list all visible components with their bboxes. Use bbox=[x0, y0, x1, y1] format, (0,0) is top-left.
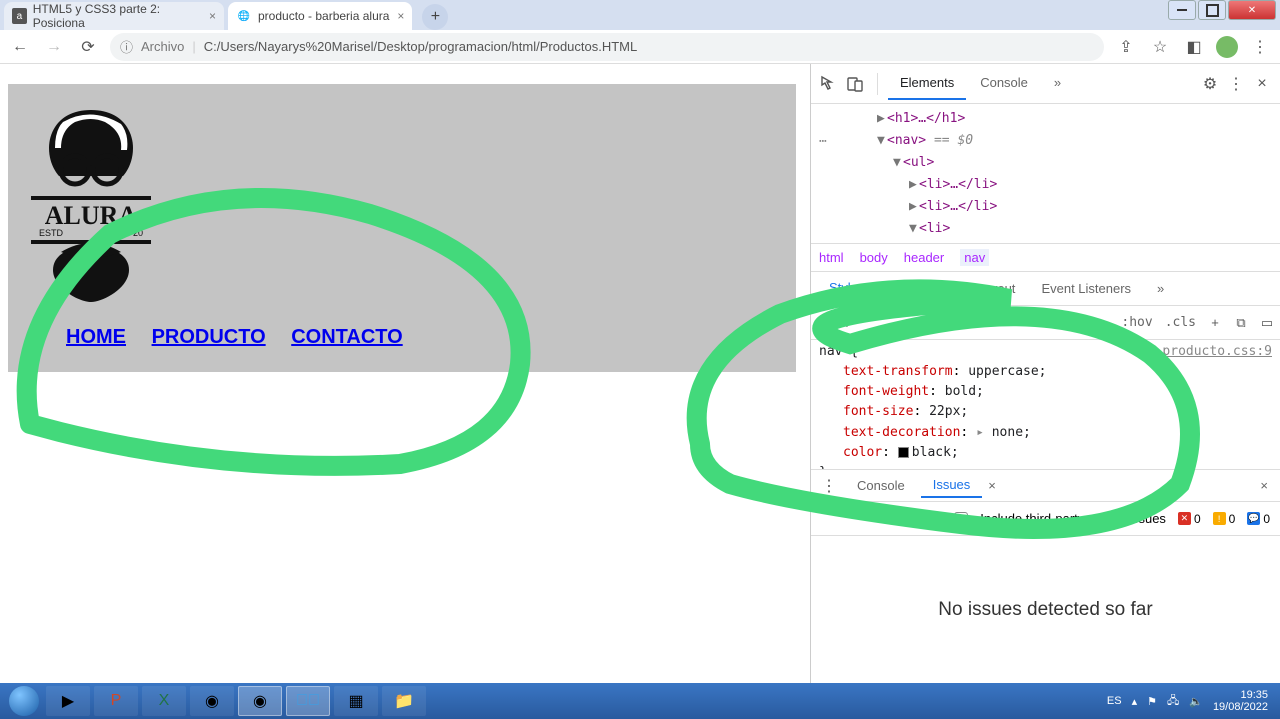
issues-empty-message: No issues detected so far bbox=[811, 536, 1280, 683]
drawer-tab-issues[interactable]: Issues bbox=[921, 473, 983, 498]
cls-toggle[interactable]: .cls bbox=[1159, 315, 1202, 330]
extensions-icon[interactable]: ◧ bbox=[1182, 35, 1206, 59]
barbershop-logo: ALURA ESTD 20 bbox=[26, 94, 156, 314]
computed-tab[interactable]: Computed bbox=[878, 275, 962, 302]
third-party-label: Include third-party cookie issues bbox=[980, 511, 1166, 526]
device-toolbar-icon[interactable] bbox=[843, 72, 867, 96]
elements-breadcrumb[interactable]: html body header nav bbox=[811, 244, 1280, 272]
browser-tab[interactable]: a HTML5 y CSS3 parte 2: Posiciona × bbox=[4, 2, 224, 30]
devtools-tab-elements[interactable]: Elements bbox=[888, 67, 966, 100]
taskbar-icon-media[interactable]: ▶ bbox=[46, 686, 90, 716]
computed-sidebar-icon[interactable]: ⧉ bbox=[1228, 315, 1254, 331]
tab-title: HTML5 y CSS3 parte 2: Posiciona bbox=[33, 2, 201, 30]
close-icon[interactable]: × bbox=[1254, 478, 1274, 493]
kebab-icon[interactable]: ⋮ bbox=[1224, 72, 1248, 96]
close-icon[interactable]: × bbox=[1250, 72, 1274, 96]
error-icon: ✕ bbox=[1178, 512, 1191, 525]
page-nav: HOME PRODUCTO CONTACTO bbox=[66, 326, 784, 349]
address-bar[interactable]: ⓘ Archivo | C:/Users/Nayarys%20Marisel/D… bbox=[110, 33, 1104, 61]
crumb-header[interactable]: header bbox=[904, 250, 944, 265]
styles-pane[interactable]: nav { producto.css:9 text-transform: upp… bbox=[811, 340, 1280, 470]
taskbar-icon-chrome[interactable]: ◉ bbox=[190, 686, 234, 716]
inspect-element-icon[interactable] bbox=[817, 72, 841, 96]
taskbar-icon-powerpoint[interactable]: P bbox=[94, 686, 138, 716]
tray-flag-icon[interactable]: ⚑ bbox=[1147, 695, 1157, 708]
nav-link-producto[interactable]: PRODUCTO bbox=[152, 326, 266, 348]
close-icon[interactable]: × bbox=[209, 9, 216, 23]
ellipsis-icon[interactable]: ⋯ bbox=[819, 131, 827, 153]
elements-tree[interactable]: ⋯ ▶<h1>…</h1>▼<nav> == $0▼<ul>▶<li>…</li… bbox=[811, 104, 1280, 244]
devtools-tabs-overflow[interactable]: » bbox=[1042, 67, 1073, 100]
rendered-page: ALURA ESTD 20 HOME PRODUCTO CONTACTO bbox=[0, 64, 805, 683]
profile-avatar[interactable] bbox=[1216, 36, 1238, 58]
svg-text:ESTD: ESTD bbox=[39, 228, 64, 238]
browser-tabstrip: a HTML5 y CSS3 parte 2: Posiciona × 🌐 pr… bbox=[0, 0, 1280, 30]
tray-chevron-icon[interactable]: ▴ bbox=[1132, 695, 1138, 708]
layout-tab[interactable]: Layout bbox=[964, 275, 1027, 302]
windows-taskbar: ▶ P X ◉ ◉ �⃟ ▦ 📁 ES ▴ ⚑ 🖧 🔈 19:35 19/08/… bbox=[0, 683, 1280, 719]
browser-toolbar: ← → ⟳ ⓘ Archivo | C:/Users/Nayarys%20Mar… bbox=[0, 30, 1280, 64]
toggle-panel-icon[interactable]: ▭ bbox=[1254, 315, 1280, 331]
nav-link-contacto[interactable]: CONTACTO bbox=[291, 326, 402, 348]
browser-tab[interactable]: 🌐 producto - barberia alura × bbox=[228, 2, 412, 30]
tab-title: producto - barberia alura bbox=[258, 9, 389, 23]
crumb-body[interactable]: body bbox=[860, 250, 888, 265]
crumb-nav[interactable]: nav bbox=[960, 249, 989, 266]
styles-filter-input[interactable] bbox=[811, 306, 1115, 339]
new-style-rule-icon[interactable]: + bbox=[1202, 315, 1228, 330]
globe-icon: 🌐 bbox=[236, 8, 252, 24]
devtools-tab-console[interactable]: Console bbox=[968, 67, 1040, 100]
taskbar-icon-explorer[interactable]: 📁 bbox=[382, 686, 426, 716]
kebab-icon[interactable]: ⋮ bbox=[817, 474, 841, 498]
devtools-panel: Elements Console » ⚙ ⋮ × ⋯ ▶<h1>…</h1>▼<… bbox=[810, 64, 1280, 683]
rule-selector: nav { bbox=[819, 342, 858, 362]
subtab-overflow[interactable]: » bbox=[1145, 275, 1176, 302]
taskbar-icon-chrome-active[interactable]: ◉ bbox=[238, 686, 282, 716]
tab-favicon-alura: a bbox=[12, 8, 27, 24]
reload-button[interactable]: ⟳ bbox=[76, 35, 100, 59]
info-icon: 💬 bbox=[1247, 512, 1260, 525]
url-text: C:/Users/Nayarys%20Marisel/Desktop/progr… bbox=[204, 39, 637, 54]
back-button[interactable]: ← bbox=[8, 35, 32, 59]
styles-tab[interactable]: Styles bbox=[817, 274, 876, 303]
rule-source-link[interactable]: producto.css:9 bbox=[1162, 342, 1272, 362]
info-icon: ⓘ bbox=[120, 37, 133, 56]
menu-icon[interactable]: ⋮ bbox=[1248, 35, 1272, 59]
gear-icon[interactable]: ⚙ bbox=[1198, 72, 1222, 96]
warning-icon: ! bbox=[1213, 512, 1226, 525]
window-minimize-button[interactable] bbox=[1168, 0, 1196, 20]
window-close-button[interactable] bbox=[1228, 0, 1276, 20]
window-maximize-button[interactable] bbox=[1198, 0, 1226, 20]
close-icon[interactable]: × bbox=[988, 478, 996, 493]
third-party-checkbox[interactable] bbox=[954, 512, 968, 526]
taskbar-icon-vscode[interactable]: �⃟ bbox=[286, 686, 330, 716]
event-listeners-tab[interactable]: Event Listeners bbox=[1029, 275, 1143, 302]
taskbar-icon-excel[interactable]: X bbox=[142, 686, 186, 716]
tray-language[interactable]: ES bbox=[1107, 695, 1122, 707]
svg-text:20: 20 bbox=[133, 228, 143, 238]
url-scheme-label: Archivo bbox=[141, 39, 184, 54]
hov-toggle[interactable]: :hov bbox=[1115, 315, 1158, 330]
start-button[interactable] bbox=[4, 685, 44, 717]
forward-button[interactable]: → bbox=[42, 35, 66, 59]
tray-volume-icon[interactable]: 🔈 bbox=[1189, 695, 1203, 708]
drawer-tab-console[interactable]: Console bbox=[845, 474, 917, 497]
nav-link-home[interactable]: HOME bbox=[66, 326, 126, 348]
bookmark-icon[interactable]: ☆ bbox=[1148, 35, 1172, 59]
crumb-html[interactable]: html bbox=[819, 250, 844, 265]
svg-text:ALURA: ALURA bbox=[45, 201, 138, 230]
close-icon[interactable]: × bbox=[397, 9, 404, 23]
new-tab-button[interactable]: + bbox=[422, 4, 448, 30]
taskbar-icon-calendar[interactable]: ▦ bbox=[334, 686, 378, 716]
tray-network-icon[interactable]: 🖧 bbox=[1167, 692, 1179, 711]
rule-close: } bbox=[819, 463, 1272, 470]
tray-clock[interactable]: 19:35 19/08/2022 bbox=[1213, 689, 1268, 713]
share-icon[interactable]: ⇪ bbox=[1114, 35, 1138, 59]
page-header: ALURA ESTD 20 HOME PRODUCTO CONTACTO bbox=[8, 84, 796, 372]
